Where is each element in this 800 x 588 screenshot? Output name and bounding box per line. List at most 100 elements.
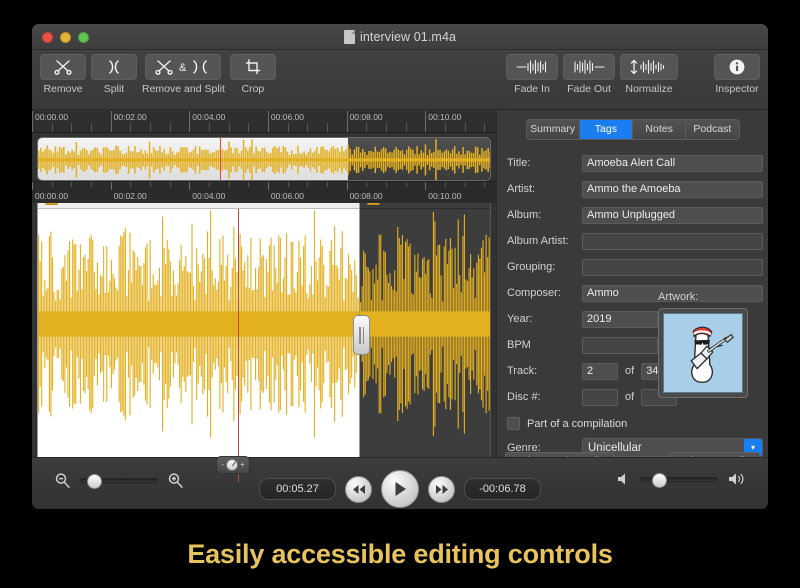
ruler-minor-tick bbox=[248, 123, 249, 132]
timeline-ruler-top[interactable]: 00:00.0000:02.0000:04.0000:06.0000:08.00… bbox=[32, 111, 496, 133]
bpm-label: BPM bbox=[507, 339, 582, 351]
remove-and-split-button[interactable]: & bbox=[145, 54, 221, 80]
play-button[interactable] bbox=[381, 470, 419, 508]
clip-waveform-area[interactable]: - + bbox=[38, 209, 359, 482]
remaining-time[interactable]: -00:06.78 bbox=[464, 478, 541, 500]
zoom-control bbox=[54, 472, 184, 489]
ruler-minor-tick bbox=[229, 182, 230, 187]
volume-slider-knob[interactable] bbox=[652, 473, 667, 488]
bpm-field[interactable] bbox=[582, 337, 658, 354]
album-artist-label: Album Artist: bbox=[507, 235, 582, 247]
volume-slider[interactable] bbox=[640, 477, 718, 482]
album-field[interactable]: Ammo Unplugged bbox=[582, 207, 763, 224]
svg-text:&: & bbox=[179, 62, 187, 74]
tab-notes[interactable]: Notes bbox=[633, 120, 686, 139]
gain-plus-label: + bbox=[240, 461, 245, 469]
artwork-frame[interactable] bbox=[658, 308, 748, 398]
year-field[interactable]: 2019 bbox=[582, 311, 658, 328]
remove-label: Remove bbox=[43, 83, 82, 95]
zoom-slider-knob[interactable] bbox=[87, 474, 102, 489]
crop-button[interactable] bbox=[230, 54, 276, 80]
tab-tags[interactable]: Tags bbox=[580, 120, 633, 139]
fast-forward-button[interactable] bbox=[428, 476, 455, 503]
compilation-row[interactable]: Part of a compilation bbox=[507, 417, 768, 430]
ruler-minor-tick bbox=[307, 123, 308, 132]
ruler-minor-tick bbox=[288, 123, 289, 132]
gain-knob-dial[interactable] bbox=[226, 459, 238, 471]
crop-tool[interactable]: Crop bbox=[230, 54, 276, 95]
grouping-row: Grouping: bbox=[507, 254, 768, 280]
scissors-and-brackets-icon: & bbox=[154, 59, 212, 75]
album-artist-field[interactable] bbox=[582, 233, 763, 250]
ruler-minor-tick bbox=[229, 123, 230, 132]
toolbar-effects-group: Fade In Fade Out bbox=[506, 54, 760, 95]
elapsed-time[interactable]: 00:05.27 bbox=[259, 478, 336, 500]
track-label: Track: bbox=[507, 365, 582, 377]
ruler-major-tick bbox=[32, 182, 33, 190]
composer-label: Composer: bbox=[507, 287, 582, 299]
tab-podcast[interactable]: Podcast bbox=[686, 120, 738, 139]
inspector-tool[interactable]: Inspector bbox=[714, 54, 760, 95]
ruler-major-tick bbox=[425, 182, 426, 190]
clip-interview-01[interactable]: interview 01.... bbox=[360, 186, 491, 483]
ruler-minor-tick bbox=[170, 123, 171, 132]
overview-playhead[interactable] bbox=[220, 138, 222, 180]
fade-in-label: Fade In bbox=[514, 83, 550, 95]
compilation-label: Part of a compilation bbox=[527, 418, 627, 430]
overview-waveform bbox=[38, 138, 490, 181]
artist-label: Artist: bbox=[507, 183, 582, 195]
normalize-label: Normalize bbox=[625, 83, 672, 95]
playhead[interactable] bbox=[238, 209, 239, 482]
title-field[interactable]: Amoeba Alert Call bbox=[582, 155, 763, 172]
normalize-tool[interactable]: Normalize bbox=[620, 54, 678, 95]
fade-out-tool[interactable]: Fade Out bbox=[563, 54, 615, 95]
crop-icon bbox=[244, 59, 262, 75]
ruler-tick-label: 00:08.00 bbox=[347, 112, 383, 122]
ruler-minor-tick bbox=[484, 182, 485, 187]
split-label: Split bbox=[104, 83, 124, 95]
rewind-button[interactable] bbox=[345, 476, 372, 503]
grouping-field[interactable] bbox=[582, 259, 763, 276]
disc-number-field[interactable] bbox=[582, 389, 618, 406]
ruler-minor-tick bbox=[445, 182, 446, 187]
split-brackets-icon bbox=[105, 59, 123, 75]
fade-out-button[interactable] bbox=[563, 54, 615, 80]
tab-summary[interactable]: Summary bbox=[527, 120, 580, 139]
ruler-tick-label: 00:04.00 bbox=[189, 191, 225, 201]
ruler-minor-tick bbox=[52, 182, 53, 187]
split-tool[interactable]: Split bbox=[91, 54, 137, 95]
track-number-field[interactable]: 2 bbox=[582, 363, 618, 380]
zoom-slider[interactable] bbox=[80, 478, 158, 483]
normalize-button[interactable] bbox=[620, 54, 678, 80]
inspector-button[interactable] bbox=[714, 54, 760, 80]
clip-amoeba-alert-call[interactable]: Amoeba Alert Call - + bbox=[37, 186, 360, 483]
split-button[interactable] bbox=[91, 54, 137, 80]
disc-label: Disc #: bbox=[507, 391, 582, 403]
clip-divider-handle[interactable] bbox=[353, 315, 370, 355]
compilation-checkbox[interactable] bbox=[507, 417, 520, 430]
fade-in-tool[interactable]: Fade In bbox=[506, 54, 558, 95]
crop-label: Crop bbox=[242, 83, 265, 95]
clip-waveform bbox=[360, 209, 490, 439]
inspector-panel: Summary Tags Notes Podcast Title: Amoeba… bbox=[496, 111, 768, 509]
clip-gain-knob[interactable]: - + bbox=[216, 456, 250, 474]
artist-field[interactable]: Ammo the Amoeba bbox=[582, 181, 763, 198]
clip-waveform-area[interactable] bbox=[360, 209, 490, 482]
fade-out-label: Fade Out bbox=[567, 83, 611, 95]
remove-button[interactable] bbox=[40, 54, 86, 80]
waveform-overview[interactable] bbox=[37, 137, 491, 181]
year-label: Year: bbox=[507, 313, 582, 325]
remove-tool[interactable]: Remove bbox=[40, 54, 86, 95]
ruler-tick-label: 00:00.00 bbox=[32, 191, 68, 201]
ruler-minor-tick bbox=[406, 182, 407, 187]
grouping-label: Grouping: bbox=[507, 261, 582, 273]
normalize-waveform-icon bbox=[629, 59, 669, 75]
ruler-minor-tick bbox=[288, 182, 289, 187]
volume-high-icon bbox=[727, 472, 746, 486]
ruler-minor-tick bbox=[465, 123, 466, 132]
fade-in-button[interactable] bbox=[506, 54, 558, 80]
timeline-ruler-bottom[interactable]: 00:00.0000:02.0000:04.0000:06.0000:08.00… bbox=[32, 181, 496, 203]
ruler-minor-tick bbox=[71, 123, 72, 132]
fade-out-waveform-icon bbox=[572, 59, 606, 75]
remove-and-split-tool[interactable]: & Remove and Split bbox=[142, 54, 225, 95]
